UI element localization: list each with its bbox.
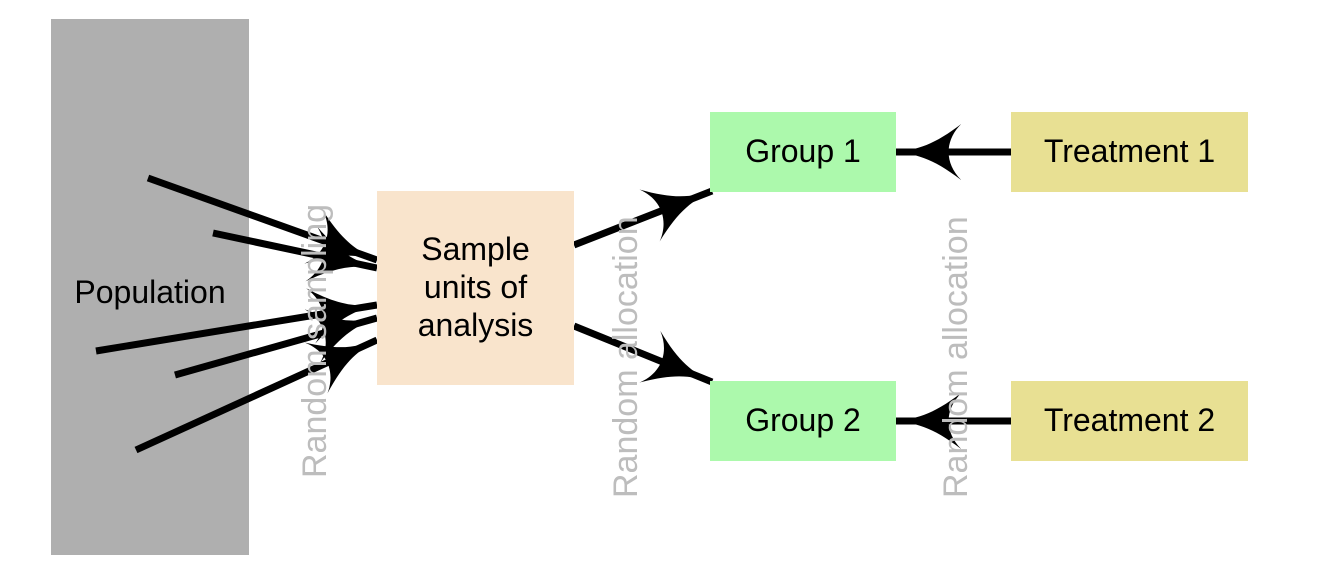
diagram-canvas: Population Random sampling Random alloca… [0,0,1344,576]
treatment-2-box: Treatment 2 [1011,381,1248,461]
group-1-box: Group 1 [710,112,896,192]
group-2-box: Group 2 [710,381,896,461]
allocation-arrow-group1 [572,187,715,249]
random-sampling-arrows [95,174,380,454]
sample-units-of-analysis-box: Sample units of analysis [377,191,574,385]
arrows-layer [95,124,1011,454]
treatment-1-box: Treatment 1 [1011,112,1248,192]
random-allocation-arrows [572,187,715,386]
allocation-arrow-group2 [572,322,715,386]
treatment-allocation-arrows [891,124,1011,449]
sampling-arrow-1 [146,174,380,264]
sampling-arrow-4 [174,309,380,379]
sampling-arrow-5 [134,336,380,454]
